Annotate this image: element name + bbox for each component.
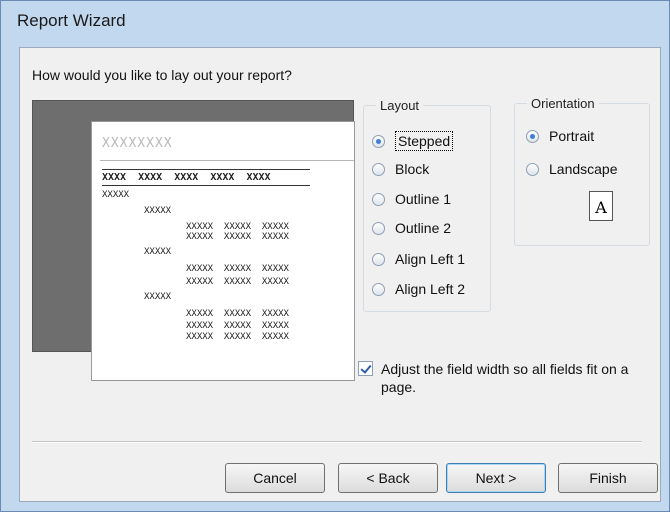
preview-header: XXXX XXXX XXXX XXXX XXXX — [102, 172, 271, 183]
checkbox-checked[interactable] — [358, 361, 373, 376]
title-bar[interactable]: Report Wizard — [1, 1, 669, 45]
radio-align-left-1[interactable]: Align Left 1 — [372, 251, 465, 267]
preview-row: XXXXX XXXXX XXXXX — [186, 222, 289, 232]
radio-label: Align Left 2 — [395, 281, 466, 297]
radio-label: Outline 2 — [395, 220, 452, 236]
radio-button[interactable] — [526, 162, 539, 176]
radio-button-selected[interactable] — [526, 129, 539, 143]
radio-label: Landscape — [549, 161, 618, 177]
preview-row: XXXXX XXXXX XXXXX — [186, 277, 289, 287]
radio-label: Block — [395, 161, 430, 177]
wizard-body: How would you like to lay out your repor… — [19, 47, 661, 502]
preview-title: XXXXXXXX — [102, 136, 173, 151]
layout-legend: Layout — [380, 98, 420, 113]
preview-row: XXXXX — [144, 206, 172, 216]
preview-row: XXXXX XXXXX XXXXX — [186, 332, 289, 342]
preview-header-rule-bottom — [102, 185, 310, 186]
radio-label: Align Left 1 — [395, 251, 466, 267]
radio-outline-1[interactable]: Outline 1 — [372, 191, 451, 207]
preview-row: XXXXX XXXXX XXXXX — [186, 232, 289, 242]
layout-preview: XXXXXXXX XXXX XXXX XXXX XXXX XXXX XXXXX … — [32, 100, 355, 381]
checkbox-label: Adjust the field width so all fields fit… — [381, 361, 629, 395]
cancel-button[interactable]: Cancel — [225, 463, 325, 493]
question-text: How would you like to lay out your repor… — [32, 67, 292, 83]
next-button[interactable]: Next > — [446, 463, 546, 493]
radio-label: Stepped — [395, 131, 454, 151]
preview-page: XXXXXXXX XXXX XXXX XXXX XXXX XXXX XXXXX … — [91, 121, 355, 381]
back-button[interactable]: < Back — [338, 463, 438, 493]
radio-stepped[interactable]: Stepped — [372, 131, 454, 151]
radio-portrait[interactable]: Portrait — [526, 128, 594, 144]
radio-landscape[interactable]: Landscape — [526, 161, 618, 177]
preview-header-rule-top — [102, 169, 310, 170]
preview-title-rule — [100, 160, 354, 161]
radio-outline-2[interactable]: Outline 2 — [372, 220, 451, 236]
radio-button[interactable] — [372, 252, 385, 266]
radio-label: Portrait — [549, 128, 595, 144]
radio-button[interactable] — [372, 282, 385, 296]
adjust-field-width-checkbox[interactable]: Adjust the field width so all fields fit… — [358, 360, 648, 396]
radio-button[interactable] — [372, 221, 385, 235]
separator — [32, 441, 642, 443]
preview-row: XXXXX — [144, 247, 172, 257]
window-title: Report Wizard — [17, 11, 126, 30]
preview-row: XXXXX XXXXX XXXXX — [186, 309, 289, 319]
finish-button[interactable]: Finish — [558, 463, 658, 493]
radio-button[interactable] — [372, 192, 385, 206]
radio-block[interactable]: Block — [372, 161, 429, 177]
radio-button[interactable] — [372, 162, 385, 176]
preview-row: XXXXX — [102, 190, 130, 200]
orientation-legend: Orientation — [531, 96, 595, 111]
radio-button-selected[interactable] — [372, 134, 385, 148]
radio-label: Outline 1 — [395, 191, 452, 207]
preview-row: XXXXX XXXXX XXXXX — [186, 321, 289, 331]
portrait-page-icon: A — [589, 191, 613, 221]
preview-row: XXXXX XXXXX XXXXX — [186, 264, 289, 274]
radio-align-left-2[interactable]: Align Left 2 — [372, 281, 465, 297]
report-wizard-window: Report Wizard How would you like to lay … — [0, 0, 670, 512]
preview-row: XXXXX — [144, 292, 172, 302]
